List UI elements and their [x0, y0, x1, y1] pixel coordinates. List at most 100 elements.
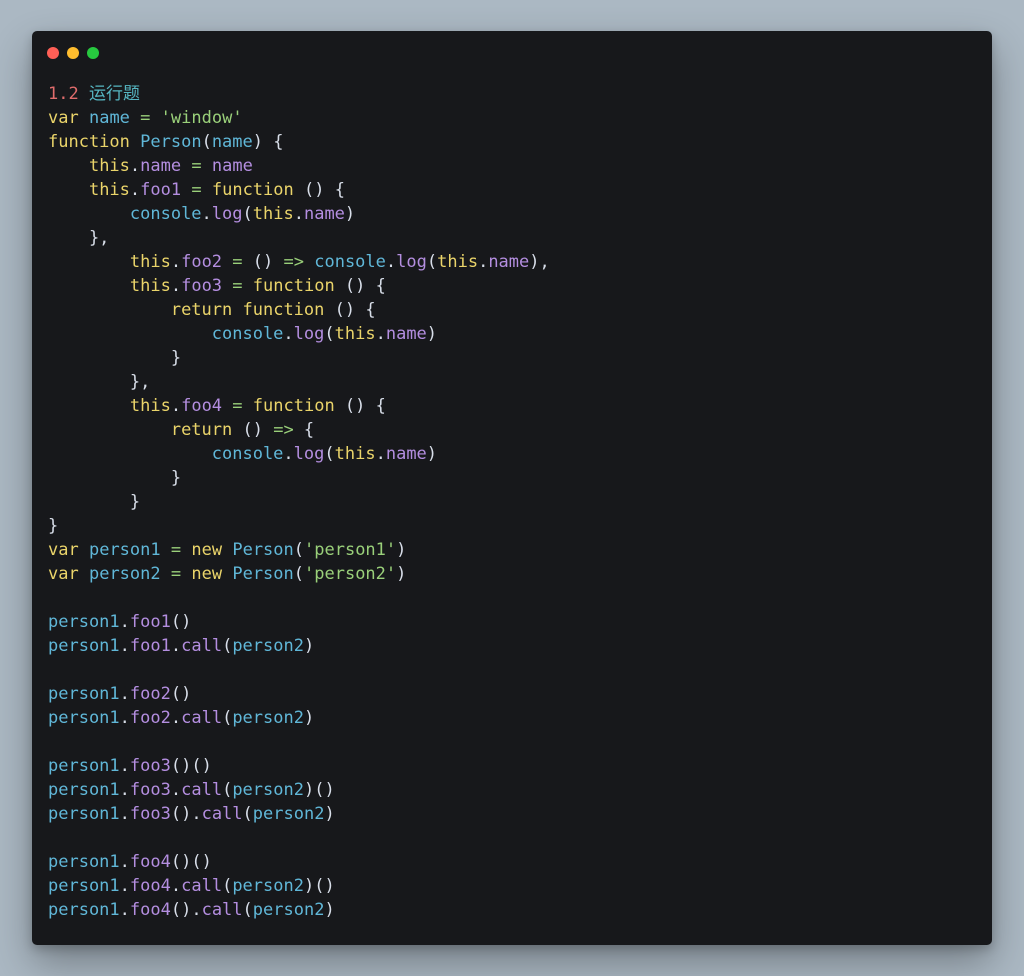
code-token: () { — [334, 276, 386, 296]
code-line: 1.2 运行题 — [48, 82, 976, 106]
code-token: function — [211, 180, 294, 200]
code-token: new — [191, 540, 223, 560]
code-token: () { — [334, 396, 386, 416]
code-token: ) — [324, 900, 335, 920]
code-token: name — [303, 204, 345, 224]
code-token: name — [140, 156, 182, 176]
code-token: person2 — [232, 708, 304, 728]
code-token: Person — [140, 132, 202, 152]
code-token: log — [396, 252, 427, 272]
code-token: person2 — [88, 564, 161, 584]
code-token: . — [119, 852, 130, 872]
code-token: foo3 — [129, 780, 171, 800]
code-line: } — [48, 466, 976, 490]
code-token: this — [334, 324, 376, 344]
code-token: ( — [242, 204, 253, 224]
code-line: person1.foo1() — [48, 610, 976, 634]
code-token: foo2 — [129, 708, 171, 728]
code-token: person1 — [48, 756, 120, 776]
code-token: function — [252, 396, 335, 416]
code-token: . — [119, 900, 130, 920]
code-token: )() — [303, 780, 335, 800]
code-token: person2 — [252, 804, 325, 824]
code-line: person1.foo2.call(person2) — [48, 706, 976, 730]
code-token: )() — [303, 876, 335, 896]
code-token: person1 — [48, 900, 120, 920]
code-line: this.foo1 = function () { — [48, 178, 976, 202]
code-token: this — [252, 204, 294, 224]
code-line: var name = 'window' — [48, 106, 976, 130]
code-token: person1 — [48, 780, 120, 800]
code-token: () { — [324, 300, 376, 320]
code-token: foo4 — [129, 900, 171, 920]
code-token: ) — [324, 804, 335, 824]
code-token: return — [170, 420, 233, 440]
minimize-window-dot[interactable] — [67, 47, 79, 59]
code-token: . — [283, 324, 294, 344]
code-token: call — [181, 636, 223, 656]
code-token: this — [129, 276, 171, 296]
code-line: console.log(this.name) — [48, 202, 976, 226]
code-token: console — [314, 252, 386, 272]
code-token: name — [211, 132, 253, 152]
code-token: return — [170, 300, 233, 320]
code-token: log — [211, 204, 243, 224]
code-token: var — [48, 108, 79, 128]
code-token: = — [191, 180, 202, 200]
code-token: { — [293, 420, 315, 440]
code-token: . — [293, 204, 304, 224]
code-token: console — [211, 444, 284, 464]
code-token: ), — [529, 252, 550, 272]
code-token: this — [88, 180, 130, 200]
code-token: . — [375, 324, 386, 344]
code-token: = — [170, 540, 182, 560]
code-token: ) — [303, 708, 315, 728]
code-token: foo3 — [181, 276, 223, 296]
code-token: . — [119, 636, 130, 656]
code-token: call — [181, 780, 223, 800]
code-token: . — [170, 396, 182, 416]
code-token: ( — [324, 324, 335, 344]
code-token: ) — [426, 324, 438, 344]
code-token: . — [170, 708, 182, 728]
code-token: }, — [48, 372, 151, 392]
code-line: console.log(this.name) — [48, 442, 976, 466]
code-token: var — [48, 540, 79, 560]
code-token: this — [334, 444, 376, 464]
maximize-window-dot[interactable] — [87, 47, 99, 59]
close-window-dot[interactable] — [47, 47, 59, 59]
code-token: foo2 — [181, 252, 223, 272]
code-token: ( — [222, 636, 233, 656]
code-token: 'person2' — [304, 564, 397, 584]
code-token: . — [119, 804, 130, 824]
code-token: person2 — [232, 876, 304, 896]
code-token: 1.2 — [48, 84, 79, 104]
code-line: } — [48, 514, 976, 538]
code-token: . — [119, 612, 130, 632]
code-token: foo4 — [129, 852, 171, 872]
code-token: => — [283, 252, 304, 272]
code-token: foo1 — [129, 636, 171, 656]
code-line: this.foo3 = function () { — [48, 274, 976, 298]
code-token: . — [129, 156, 141, 176]
code-token: } — [48, 348, 182, 368]
code-token: function — [48, 132, 130, 152]
code-token: person2 — [252, 900, 325, 920]
code-token: Person — [232, 540, 294, 560]
code-token: foo4 — [181, 396, 223, 416]
code-block: 1.2 运行题 var name = 'window' function Perso… — [48, 82, 976, 922]
code-token: ( — [242, 900, 253, 920]
